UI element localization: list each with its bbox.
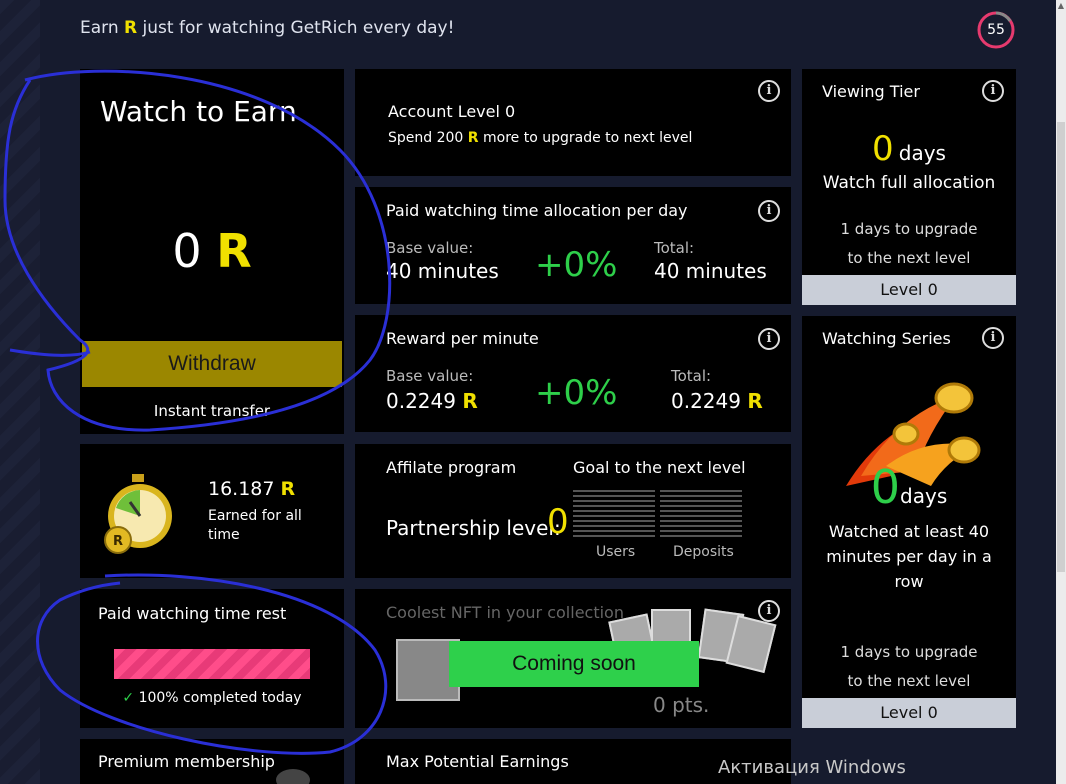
info-icon[interactable]: i xyxy=(758,600,780,622)
watching-series-upgrade-line1: 1 days to upgrade xyxy=(840,643,978,661)
deposits-label: Deposits xyxy=(673,544,734,560)
check-icon: ✓ xyxy=(122,690,135,706)
windows-activation-watermark: Активация Windows xyxy=(718,757,906,778)
reward-total-number: 0.2249 xyxy=(671,389,741,413)
nft-points: 0 pts. xyxy=(653,693,710,717)
reward-total-value: 0.2249 R xyxy=(671,389,763,413)
coin-icon: R xyxy=(124,18,138,38)
watching-series-days: 0days xyxy=(802,460,1016,514)
info-icon[interactable]: i xyxy=(758,200,780,222)
nft-card: Coolest NFT in your collection i Coming … xyxy=(355,589,791,728)
allocation-title: Paid watching time allocation per day xyxy=(386,201,688,220)
coin-icon: R xyxy=(467,130,479,146)
affiliate-title: Affilate program xyxy=(386,458,517,477)
viewing-tier-title: Viewing Tier xyxy=(822,82,920,101)
stopwatch-icon: R xyxy=(104,474,172,554)
allocation-card: Paid watching time allocation per day i … xyxy=(355,187,791,304)
watching-series-description: Watched at least 40 minutes per day in a… xyxy=(826,522,992,591)
viewing-tier-days: 0 days xyxy=(802,129,1016,169)
partnership-level-value: 0 xyxy=(547,502,569,542)
earn-balance-value: 0 xyxy=(172,224,202,278)
watching-series-card: Watching Series i 0days Watched at least… xyxy=(802,316,1016,728)
paid-rest-progress-bar xyxy=(114,649,310,679)
premium-card: Premium membership xyxy=(80,739,344,784)
instant-transfer-label: Instant transfer xyxy=(153,402,271,420)
info-icon[interactable]: i xyxy=(758,80,780,102)
viewing-tier-days-value: 0 xyxy=(872,129,894,169)
viewing-tier-upgrade-line1: 1 days to upgrade xyxy=(840,220,978,238)
viewing-tier-level: Level 0 xyxy=(802,275,1016,305)
paid-rest-card: Paid watching time rest ✓ 100% completed… xyxy=(80,589,344,728)
viewing-tier-card: Viewing Tier i 0 days Watch full allocat… xyxy=(802,69,1016,305)
earned-card: R 16.187 R Earned for all time xyxy=(80,444,344,578)
coming-soon-button[interactable]: Coming soon xyxy=(449,641,699,687)
earned-amount: 16.187 R xyxy=(208,478,295,500)
users-goal-bar xyxy=(573,490,655,540)
deposits-goal-bar xyxy=(660,490,742,540)
background-pattern-strip xyxy=(0,0,40,784)
viewing-tier-days-unit: days xyxy=(898,141,946,165)
allocation-base-label: Base value: xyxy=(386,239,474,257)
earned-amount-value: 16.187 xyxy=(208,478,275,500)
watching-series-upgrade-line2: to the next level xyxy=(847,672,971,690)
reward-card: Reward per minute i Base value: 0.2249 R… xyxy=(355,315,791,432)
info-icon[interactable]: i xyxy=(982,327,1004,349)
reward-bonus: +0% xyxy=(535,373,618,413)
upgrade-hint-text: more to upgrade to next level xyxy=(483,130,693,146)
coin-icon: R xyxy=(216,224,252,278)
account-level-card: Account Level 0 Spend 200 R more to upgr… xyxy=(355,69,791,176)
watch-to-earn-card: Watch to Earn 0 R Withdraw Instant trans… xyxy=(80,69,344,434)
users-label: Users xyxy=(596,544,636,560)
allocation-base-value: 40 minutes xyxy=(386,259,499,283)
info-icon[interactable]: i xyxy=(758,328,780,350)
reward-base-label: Base value: xyxy=(386,367,474,385)
premium-mascot-icon xyxy=(276,769,310,784)
watch-to-earn-title: Watch to Earn xyxy=(100,95,297,128)
watching-series-title: Watching Series xyxy=(822,329,951,348)
paid-rest-title: Paid watching time rest xyxy=(98,604,287,623)
tagline-suffix: just for watching GetRich every day! xyxy=(142,18,455,38)
scroll-up-arrow-icon[interactable]: ▲ xyxy=(1056,0,1066,12)
info-icon[interactable]: i xyxy=(982,80,1004,102)
scrollbar-thumb[interactable] xyxy=(1057,122,1065,572)
coin-icon: R xyxy=(280,478,296,500)
coin-icon: R xyxy=(462,389,478,413)
reward-base-number: 0.2249 xyxy=(386,389,456,413)
svg-text:R: R xyxy=(113,534,123,549)
paid-rest-status-text: 100% completed today xyxy=(138,690,302,706)
watching-series-days-unit: days xyxy=(900,484,948,508)
affiliate-goal-title: Goal to the next level xyxy=(573,458,746,477)
affiliate-card: Affilate program Goal to the next level … xyxy=(355,444,791,578)
coin-icon: R xyxy=(747,389,763,413)
reward-base-value: 0.2249 R xyxy=(386,389,478,413)
viewing-tier-upgrade-line2: to the next level xyxy=(847,249,971,267)
withdraw-button[interactable]: Withdraw xyxy=(82,341,342,387)
paid-rest-status: ✓ 100% completed today xyxy=(80,690,344,706)
topbar-tagline: Earn R just for watching GetRich every d… xyxy=(80,18,454,38)
nft-title: Coolest NFT in your collection xyxy=(386,603,624,622)
upgrade-cost-text: Spend 200 xyxy=(388,130,464,146)
allocation-total-label: Total: xyxy=(654,239,695,257)
reward-total-label: Total: xyxy=(671,367,712,385)
earn-balance: 0 R xyxy=(80,224,344,278)
partnership-level-label: Partnership level: xyxy=(386,516,561,540)
max-earnings-title: Max Potential Earnings xyxy=(386,752,569,771)
premium-title: Premium membership xyxy=(98,752,275,771)
reward-title: Reward per minute xyxy=(386,329,539,348)
account-level-subtitle: Spend 200 R more to upgrade to next leve… xyxy=(388,130,692,146)
allocation-total-value: 40 minutes xyxy=(654,259,767,283)
viewing-tier-subtitle: Watch full allocation xyxy=(822,173,996,193)
watching-series-level: Level 0 xyxy=(802,698,1016,728)
earned-label: Earned for all time xyxy=(208,508,302,543)
account-level-title: Account Level 0 xyxy=(388,102,516,121)
watching-series-days-value: 0 xyxy=(870,460,901,514)
timer-value: 55 xyxy=(987,22,1005,38)
tagline-prefix: Earn xyxy=(80,18,119,38)
allocation-bonus: +0% xyxy=(535,245,618,285)
